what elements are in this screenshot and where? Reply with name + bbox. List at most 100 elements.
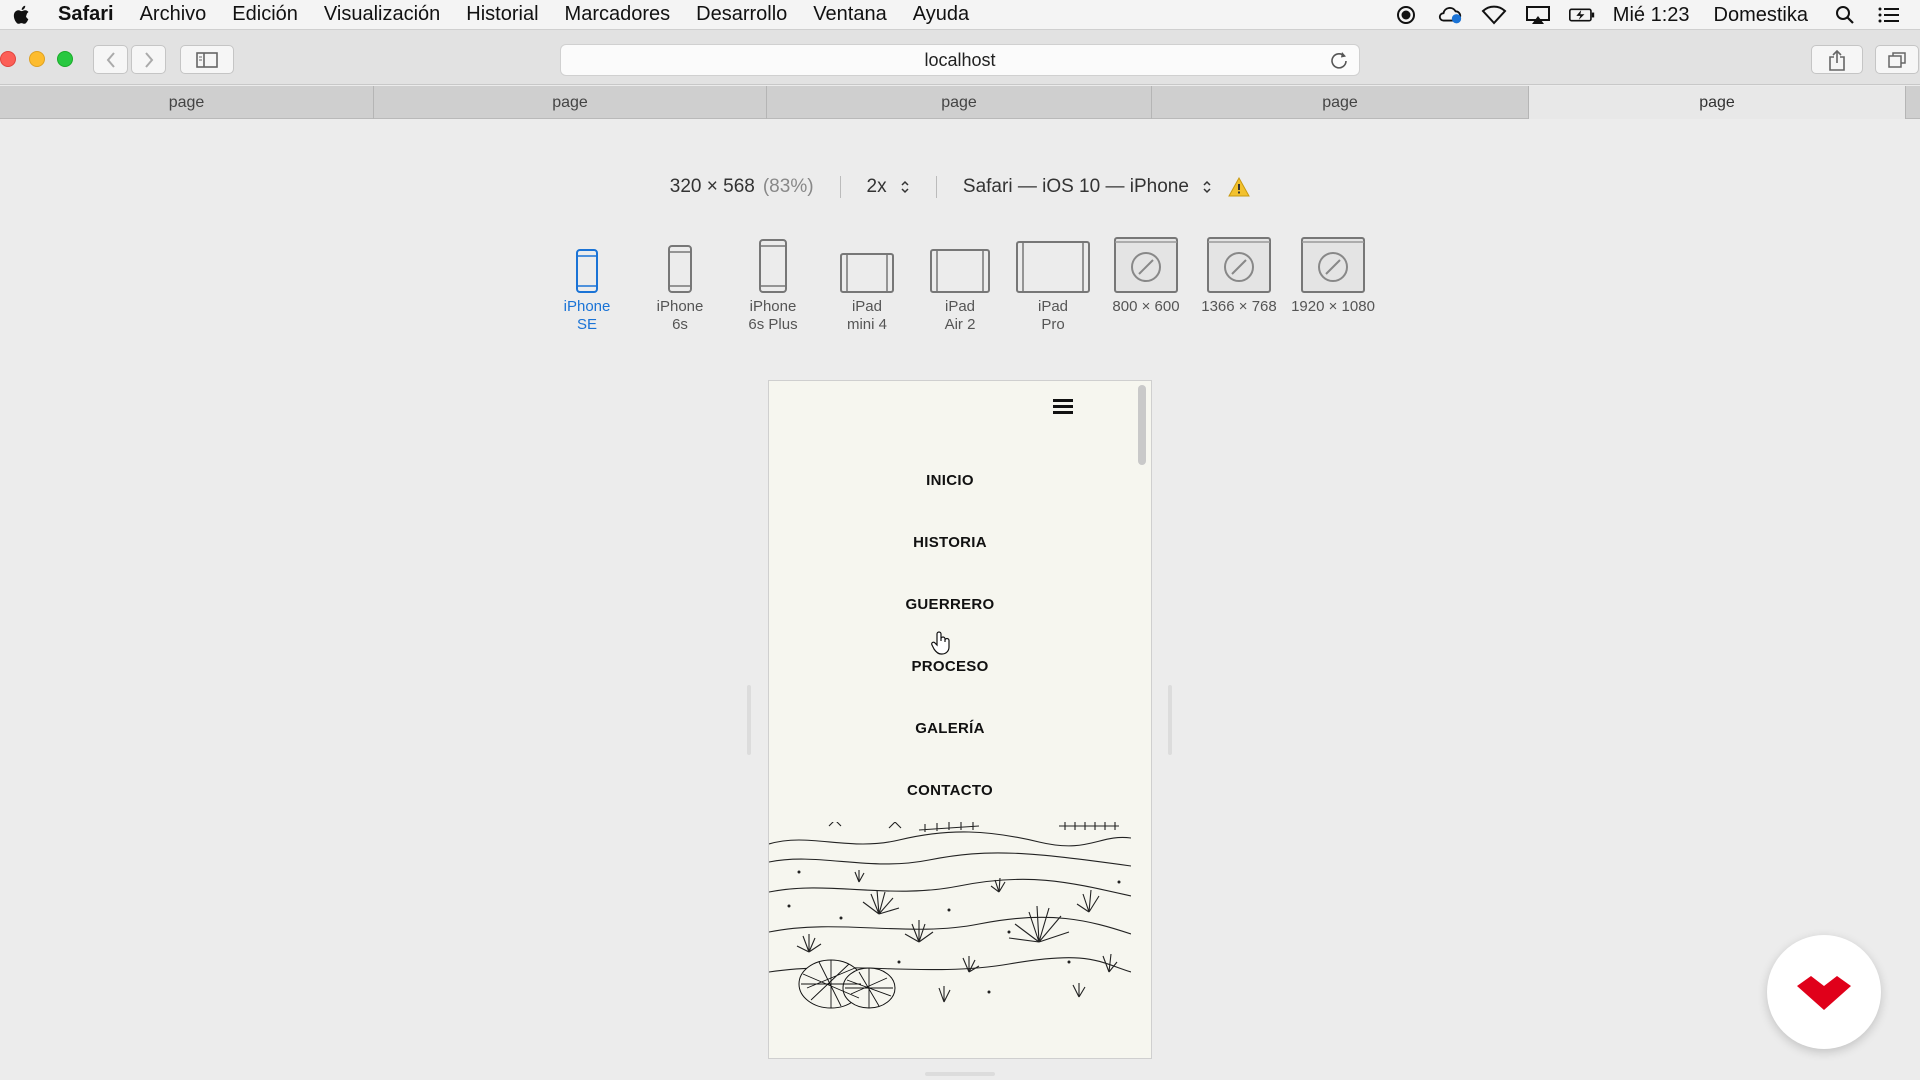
agave-landscape-illustration bbox=[769, 822, 1131, 1017]
tabs-overview-icon bbox=[1888, 51, 1906, 68]
tab-bar: page page page page page bbox=[0, 86, 1920, 119]
screen-record-icon[interactable] bbox=[1393, 4, 1419, 26]
device-label: iPhone SE bbox=[563, 298, 611, 333]
zoom-window-button[interactable] bbox=[57, 51, 73, 67]
tab-page-2[interactable]: page bbox=[374, 86, 767, 119]
device-label: 1920 × 1080 bbox=[1291, 298, 1375, 315]
chevron-right-icon bbox=[144, 51, 153, 68]
forward-button[interactable] bbox=[131, 45, 166, 74]
menubar-clock[interactable]: Mié 1:23 bbox=[1613, 4, 1690, 27]
address-bar[interactable]: localhost bbox=[560, 44, 1360, 76]
device-viewport[interactable]: INICIO HISTORIA GUERRERO PROCESO GALERÍA… bbox=[768, 380, 1152, 1059]
viewport-scrollbar[interactable] bbox=[1138, 385, 1146, 465]
user-agent-select[interactable]: Safari — iOS 10 — iPhone bbox=[963, 176, 1212, 198]
resize-handle-right[interactable] bbox=[1168, 685, 1172, 755]
menu-bar: Safari Archivo Edición Visualización His… bbox=[0, 0, 1920, 30]
ipad-icon bbox=[840, 253, 894, 293]
device-1920x1080[interactable]: 1920 × 1080 bbox=[1288, 232, 1378, 342]
iphone-icon bbox=[759, 239, 787, 293]
reload-icon[interactable] bbox=[1329, 50, 1349, 70]
tab-page-1[interactable]: page bbox=[0, 86, 374, 119]
menu-historial[interactable]: Historial bbox=[466, 3, 538, 26]
tab-label: page bbox=[1322, 93, 1358, 111]
nav-link-proceso[interactable]: PROCESO bbox=[769, 658, 1131, 675]
viewport-size[interactable]: 320 × 568 bbox=[670, 176, 755, 198]
wifi-icon[interactable] bbox=[1481, 4, 1507, 26]
tab-page-3[interactable]: page bbox=[767, 86, 1152, 119]
divider bbox=[935, 176, 937, 198]
domestika-logo-icon bbox=[1797, 976, 1851, 1010]
tab-page-5-active[interactable]: page bbox=[1529, 86, 1906, 119]
address-text[interactable]: localhost bbox=[924, 50, 995, 71]
device-1366x768[interactable]: 1366 × 768 bbox=[1194, 232, 1284, 342]
hamburger-menu-icon[interactable] bbox=[1052, 396, 1074, 416]
minimize-window-button[interactable] bbox=[29, 51, 45, 67]
tab-label: page bbox=[1699, 93, 1735, 111]
apple-icon[interactable] bbox=[12, 4, 32, 26]
device-label: 800 × 600 bbox=[1112, 298, 1180, 315]
pixel-ratio-select[interactable]: 2x bbox=[867, 176, 910, 198]
tab-page-4[interactable]: page bbox=[1152, 86, 1529, 119]
menu-ayuda[interactable]: Ayuda bbox=[913, 3, 969, 26]
iphone-icon bbox=[576, 249, 598, 293]
nav-link-guerrero[interactable]: GUERRERO bbox=[769, 596, 1131, 613]
resize-handle-bottom[interactable] bbox=[925, 1072, 995, 1076]
sidebar-toggle-button[interactable] bbox=[180, 45, 234, 74]
compass-display-icon bbox=[1207, 237, 1271, 293]
nav-link-contacto[interactable]: CONTACTO bbox=[769, 782, 1131, 799]
menu-edicion[interactable]: Edición bbox=[232, 3, 298, 26]
spotlight-search-icon[interactable] bbox=[1832, 4, 1858, 26]
nav-link-historia[interactable]: HISTORIA bbox=[769, 534, 1131, 551]
viewport-zoom: (83%) bbox=[762, 176, 814, 197]
device-label: iPad Air 2 bbox=[944, 298, 976, 333]
menu-archivo[interactable]: Archivo bbox=[140, 3, 207, 26]
share-button[interactable] bbox=[1811, 45, 1863, 74]
device-ipad-pro[interactable]: iPad Pro bbox=[1008, 232, 1098, 342]
menubar-user[interactable]: Domestika bbox=[1714, 4, 1808, 27]
domestika-logo-button[interactable] bbox=[1767, 935, 1881, 1049]
device-label: iPad mini 4 bbox=[846, 298, 887, 333]
chevron-left-icon bbox=[106, 51, 115, 68]
tab-label: page bbox=[168, 93, 205, 111]
ipad-icon bbox=[1016, 241, 1090, 293]
updown-chevron-icon bbox=[901, 180, 909, 194]
nav-link-galeria[interactable]: GALERÍA bbox=[769, 720, 1131, 737]
device-label: iPhone 6s bbox=[656, 298, 704, 333]
compass-display-icon bbox=[1114, 237, 1178, 293]
device-presets: iPhone SE iPhone 6s iPhone 6s Plus iPad … bbox=[0, 232, 1920, 342]
iphone-icon bbox=[668, 245, 692, 293]
airplay-icon[interactable] bbox=[1525, 4, 1551, 26]
compass-display-icon bbox=[1301, 237, 1365, 293]
user-agent-value: Safari — iOS 10 — iPhone bbox=[962, 176, 1189, 197]
menu-app-safari[interactable]: Safari bbox=[58, 3, 114, 26]
show-all-tabs-button[interactable] bbox=[1875, 45, 1919, 74]
device-iphone-6s[interactable]: iPhone 6s bbox=[635, 232, 725, 342]
device-iphone-6s-plus[interactable]: iPhone 6s Plus bbox=[728, 232, 818, 342]
back-button[interactable] bbox=[93, 45, 128, 74]
menu-marcadores[interactable]: Marcadores bbox=[565, 3, 671, 26]
device-iphone-se[interactable]: iPhone SE bbox=[542, 232, 632, 342]
device-label: iPhone 6s Plus bbox=[748, 298, 798, 333]
menu-visualizacion[interactable]: Visualización bbox=[324, 3, 440, 26]
close-window-button[interactable] bbox=[0, 51, 16, 67]
battery-icon[interactable] bbox=[1568, 4, 1595, 26]
responsive-design-bar: 320 × 568 (83%) 2x Safari — iOS 10 — iPh… bbox=[0, 172, 1920, 202]
warning-icon[interactable] bbox=[1228, 177, 1251, 197]
sidebar-icon bbox=[196, 51, 218, 68]
ipad-icon bbox=[930, 249, 990, 293]
creative-cloud-icon[interactable] bbox=[1437, 4, 1463, 26]
hand-pointer-cursor-icon bbox=[931, 631, 950, 655]
device-ipad-air-2[interactable]: iPad Air 2 bbox=[915, 232, 1005, 342]
divider bbox=[839, 176, 841, 198]
device-800x600[interactable]: 800 × 600 bbox=[1101, 232, 1191, 342]
tab-label: page bbox=[552, 93, 588, 111]
notification-center-icon[interactable] bbox=[1876, 4, 1902, 26]
menu-ventana[interactable]: Ventana bbox=[813, 3, 886, 26]
updown-chevron-icon bbox=[1203, 180, 1211, 194]
nav-link-inicio[interactable]: INICIO bbox=[769, 472, 1131, 489]
device-ipad-mini-4[interactable]: iPad mini 4 bbox=[822, 232, 912, 342]
share-icon bbox=[1829, 49, 1845, 71]
resize-handle-left[interactable] bbox=[747, 685, 751, 755]
menu-desarrollo[interactable]: Desarrollo bbox=[696, 3, 787, 26]
device-label: 1366 × 768 bbox=[1201, 298, 1277, 315]
